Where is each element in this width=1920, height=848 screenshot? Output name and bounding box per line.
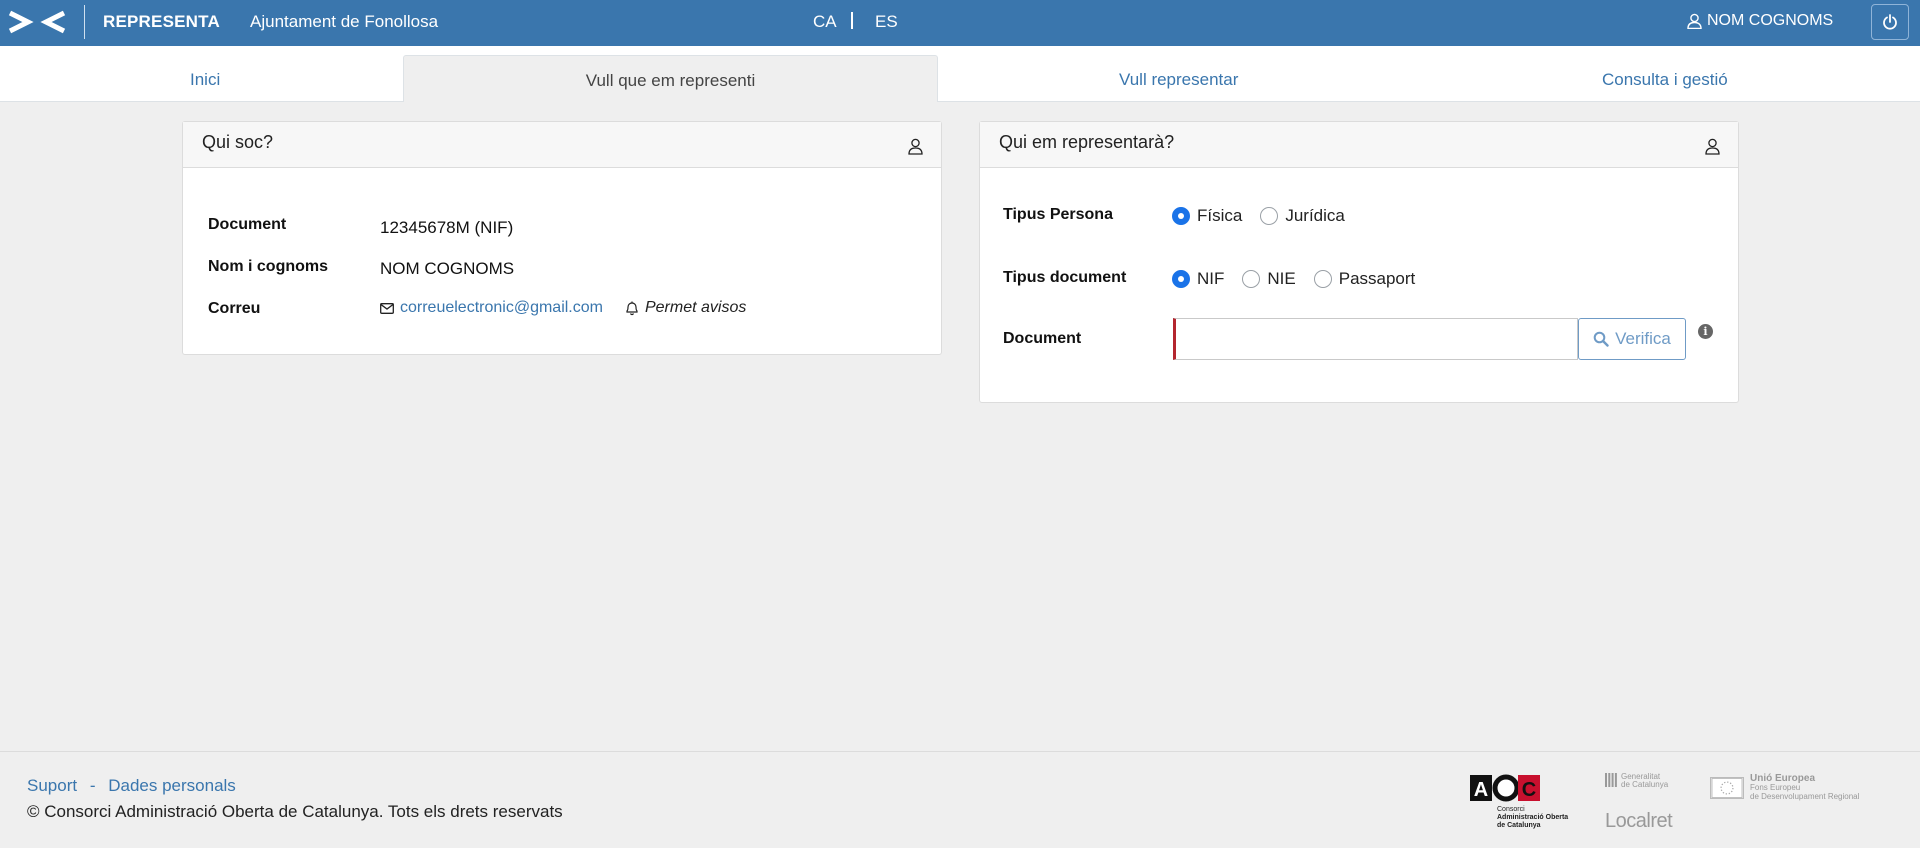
person-type-juridica-label: Jurídica bbox=[1285, 206, 1345, 225]
header-divider bbox=[84, 5, 85, 39]
aoc-caption-line-3: de Catalunya bbox=[1497, 822, 1541, 829]
email-row: correuelectronic@gmail.com Permet avisos bbox=[380, 299, 746, 317]
document-value: 12345678M (NIF) bbox=[380, 218, 514, 237]
document-label: Document bbox=[208, 216, 287, 233]
footer-links: Suport - Dades personals bbox=[27, 776, 236, 796]
document-type-radio-group: NIF NIE Passaport bbox=[1172, 269, 1433, 289]
name-label: Nom i cognoms bbox=[208, 258, 329, 275]
copyright-text: © Consorci Administració Oberta de Catal… bbox=[27, 802, 563, 821]
personal-data-link[interactable]: Dades personals bbox=[108, 776, 236, 795]
name-value: NOM COGNOMS bbox=[380, 259, 515, 278]
app-name[interactable]: REPRESENTA bbox=[103, 12, 220, 32]
info-icon[interactable]: i bbox=[1698, 324, 1713, 339]
tab-consulta-i-gestio[interactable]: Consulta i gestió bbox=[1602, 70, 1728, 90]
svg-text:A: A bbox=[1474, 779, 1488, 801]
language-ca-link[interactable]: CA bbox=[813, 12, 837, 32]
search-icon bbox=[1593, 331, 1609, 347]
aoc-logo-icon: A C bbox=[1470, 774, 1540, 802]
document-type-passaport-radio[interactable] bbox=[1313, 270, 1332, 288]
document-type-nie-option[interactable]: NIE bbox=[1242, 269, 1296, 289]
representative-header: Qui em representarà? bbox=[980, 122, 1738, 168]
email-link[interactable]: correuelectronic@gmail.com bbox=[400, 299, 603, 317]
language-es-link[interactable]: ES bbox=[875, 12, 898, 32]
eu-flag-icon bbox=[1710, 776, 1744, 799]
tab-vull-que-em-representi[interactable]: Vull que em representi bbox=[403, 55, 938, 102]
document-type-nif-option[interactable]: NIF bbox=[1172, 269, 1224, 289]
eu-subtitle-line-2: de Desenvolupament Regional bbox=[1750, 792, 1860, 801]
email-label: Correu bbox=[208, 300, 261, 317]
footer: Suport - Dades personals © Consorci Admi… bbox=[0, 751, 1920, 848]
document-type-nie-radio[interactable] bbox=[1242, 270, 1261, 288]
aoc-caption-line-2: Administració Oberta bbox=[1497, 814, 1569, 821]
person-type-label: Tipus Persona bbox=[1003, 206, 1113, 223]
bell-icon bbox=[626, 301, 638, 315]
user-name: NOM COGNOMS bbox=[1707, 12, 1834, 29]
eu-subtitle-line-1: Fons Europeu bbox=[1750, 783, 1801, 792]
localret-logo[interactable]: Localret bbox=[1605, 810, 1673, 833]
envelope-icon bbox=[380, 302, 394, 314]
representative-card: Qui em representarà? Tipus Persona Físic… bbox=[979, 121, 1739, 403]
person-type-fisica-label: Física bbox=[1197, 206, 1243, 225]
verify-label: Verifica bbox=[1615, 329, 1671, 348]
verify-button[interactable]: Verifica bbox=[1578, 318, 1686, 360]
person-type-fisica-radio[interactable] bbox=[1172, 207, 1190, 225]
person-type-fisica-option[interactable]: Física bbox=[1172, 206, 1242, 226]
brand-logo-icon[interactable] bbox=[8, 9, 66, 35]
document-type-nie-label: NIE bbox=[1267, 269, 1296, 288]
aoc-caption: Consorci Administració Oberta de Catalun… bbox=[1497, 806, 1568, 830]
person-type-radio-group: Física Jurídica bbox=[1172, 206, 1363, 226]
document-type-passaport-option[interactable]: Passaport bbox=[1313, 269, 1416, 289]
document-type-passaport-label: Passaport bbox=[1338, 269, 1416, 288]
user-icon bbox=[908, 138, 923, 155]
support-link[interactable]: Suport bbox=[27, 776, 77, 795]
generalitat-logo[interactable]: Generalitat de Catalunya bbox=[1605, 773, 1668, 789]
logout-button[interactable] bbox=[1871, 4, 1909, 40]
tab-vull-representar[interactable]: Vull representar bbox=[1119, 70, 1238, 90]
footer-link-separator: - bbox=[89, 776, 96, 795]
person-type-juridica-radio[interactable] bbox=[1260, 207, 1279, 225]
document-input[interactable] bbox=[1173, 318, 1578, 360]
who-am-i-header: Qui soc? bbox=[183, 122, 941, 168]
tab-inici[interactable]: Inici bbox=[190, 70, 220, 90]
representative-title: Qui em representarà? bbox=[999, 132, 1175, 152]
svg-text:C: C bbox=[1522, 779, 1536, 801]
document-type-nif-radio[interactable] bbox=[1172, 270, 1190, 288]
eu-logo[interactable]: Unió Europea Fons Europeu de Desenvolupa… bbox=[1710, 774, 1859, 801]
organization-name: Ajuntament de Fonollosa bbox=[250, 12, 439, 31]
who-am-i-card: Qui soc? Document 12345678M (NIF) Nom i … bbox=[182, 121, 942, 355]
power-icon bbox=[1883, 14, 1897, 30]
generalitat-line-2: de Catalunya bbox=[1621, 780, 1669, 789]
who-am-i-title: Qui soc? bbox=[202, 132, 274, 152]
person-type-juridica-option[interactable]: Jurídica bbox=[1260, 206, 1345, 226]
language-separator bbox=[851, 12, 853, 29]
user-menu[interactable]: NOM COGNOMS bbox=[1687, 12, 1833, 30]
aoc-caption-line-1: Consorci bbox=[1497, 806, 1525, 813]
eu-text: Unió Europea Fons Europeu de Desenvolupa… bbox=[1750, 774, 1860, 802]
generalitat-flag-icon bbox=[1605, 773, 1617, 787]
user-icon bbox=[1687, 13, 1702, 29]
main-tabs: Inici Vull que em representi Vull repres… bbox=[0, 46, 1920, 102]
user-icon bbox=[1705, 138, 1720, 155]
document-type-nif-label: NIF bbox=[1197, 269, 1225, 288]
top-bar: REPRESENTA Ajuntament de Fonollosa CA ES… bbox=[0, 0, 1920, 46]
document-type-label: Tipus document bbox=[1003, 269, 1127, 286]
notifications-label: Permet avisos bbox=[644, 299, 747, 316]
representative-document-label: Document bbox=[1003, 330, 1082, 347]
